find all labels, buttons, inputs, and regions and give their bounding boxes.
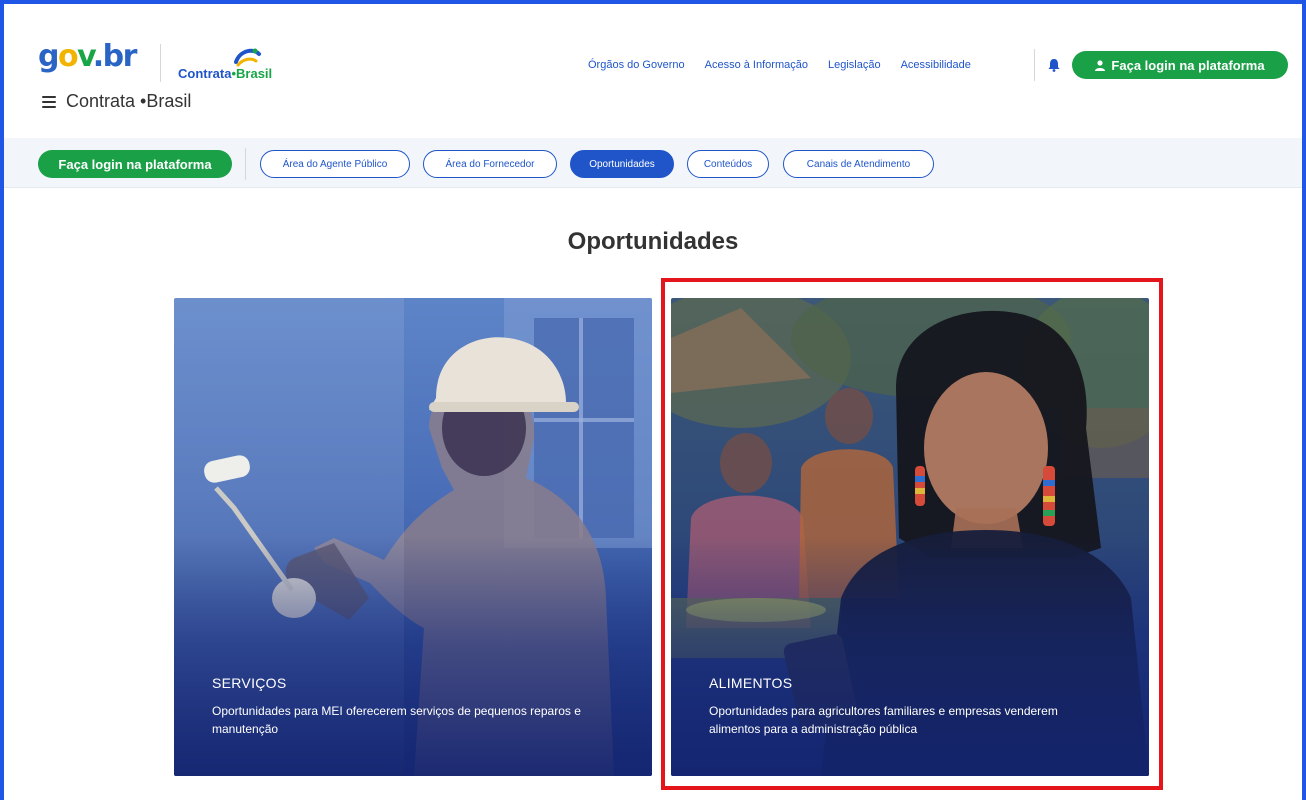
- top-link-acessibilidade[interactable]: Acessibilidade: [901, 59, 971, 71]
- card-alimentos-heading: ALIMENTOS: [709, 675, 793, 691]
- card-servicos-overlay: [174, 536, 652, 776]
- nav-oportunidades[interactable]: Oportunidades: [570, 150, 674, 178]
- top-link-acesso-informacao[interactable]: Acesso à Informação: [705, 59, 808, 71]
- login-button-header[interactable]: Faça login na plataforma: [1072, 51, 1288, 79]
- top-links: Órgãos do Governo Acesso à Informação Le…: [588, 59, 971, 71]
- card-alimentos-overlay: [671, 536, 1149, 776]
- login-button-header-label: Faça login na plataforma: [1111, 57, 1265, 73]
- page-title: Oportunidades: [567, 228, 739, 255]
- card-alimentos[interactable]: ALIMENTOS Oportunidades para agricultore…: [671, 298, 1149, 776]
- top-link-legislacao[interactable]: Legislação: [828, 59, 881, 71]
- hamburger-menu-icon[interactable]: [42, 96, 56, 108]
- card-alimentos-description: Oportunidades para agricultores familiar…: [709, 704, 1058, 736]
- nav-area-fornecedor[interactable]: Área do Fornecedor: [423, 150, 557, 178]
- nav-canais-atendimento[interactable]: Canais de Atendimento: [783, 150, 934, 178]
- user-icon: [1095, 59, 1106, 71]
- bell-icon[interactable]: [1048, 58, 1060, 72]
- header-divider: [1034, 49, 1035, 81]
- top-link-orgaos[interactable]: Órgãos do Governo: [588, 59, 685, 71]
- contrata-brasil-logo[interactable]: Contrata•Brasil: [178, 46, 308, 86]
- card-servicos[interactable]: SERVIÇOS Oportunidades para MEI oferecer…: [174, 298, 652, 776]
- contrata-brasil-wordmark: Contrata•Brasil: [178, 66, 273, 81]
- site-header: gov.br Contrata•Brasil Contrata •Brasil …: [4, 4, 1302, 138]
- nav-divider: [245, 148, 246, 180]
- login-button-nav[interactable]: Faça login na plataforma: [38, 150, 232, 178]
- gov-br-logo[interactable]: gov.br: [38, 42, 137, 72]
- card-servicos-heading: SERVIÇOS: [212, 675, 287, 691]
- card-servicos-description: Oportunidades para MEI oferecerem serviç…: [212, 704, 581, 736]
- contrata-swirl-icon: [234, 48, 261, 67]
- nav-area-agente-publico[interactable]: Área do Agente Público: [260, 150, 410, 178]
- main-navbar: Faça login na plataforma Área do Agente …: [4, 138, 1302, 188]
- logo-divider: [160, 44, 161, 82]
- nav-conteudos[interactable]: Conteúdos: [687, 150, 769, 178]
- site-title: Contrata •Brasil: [66, 91, 192, 111]
